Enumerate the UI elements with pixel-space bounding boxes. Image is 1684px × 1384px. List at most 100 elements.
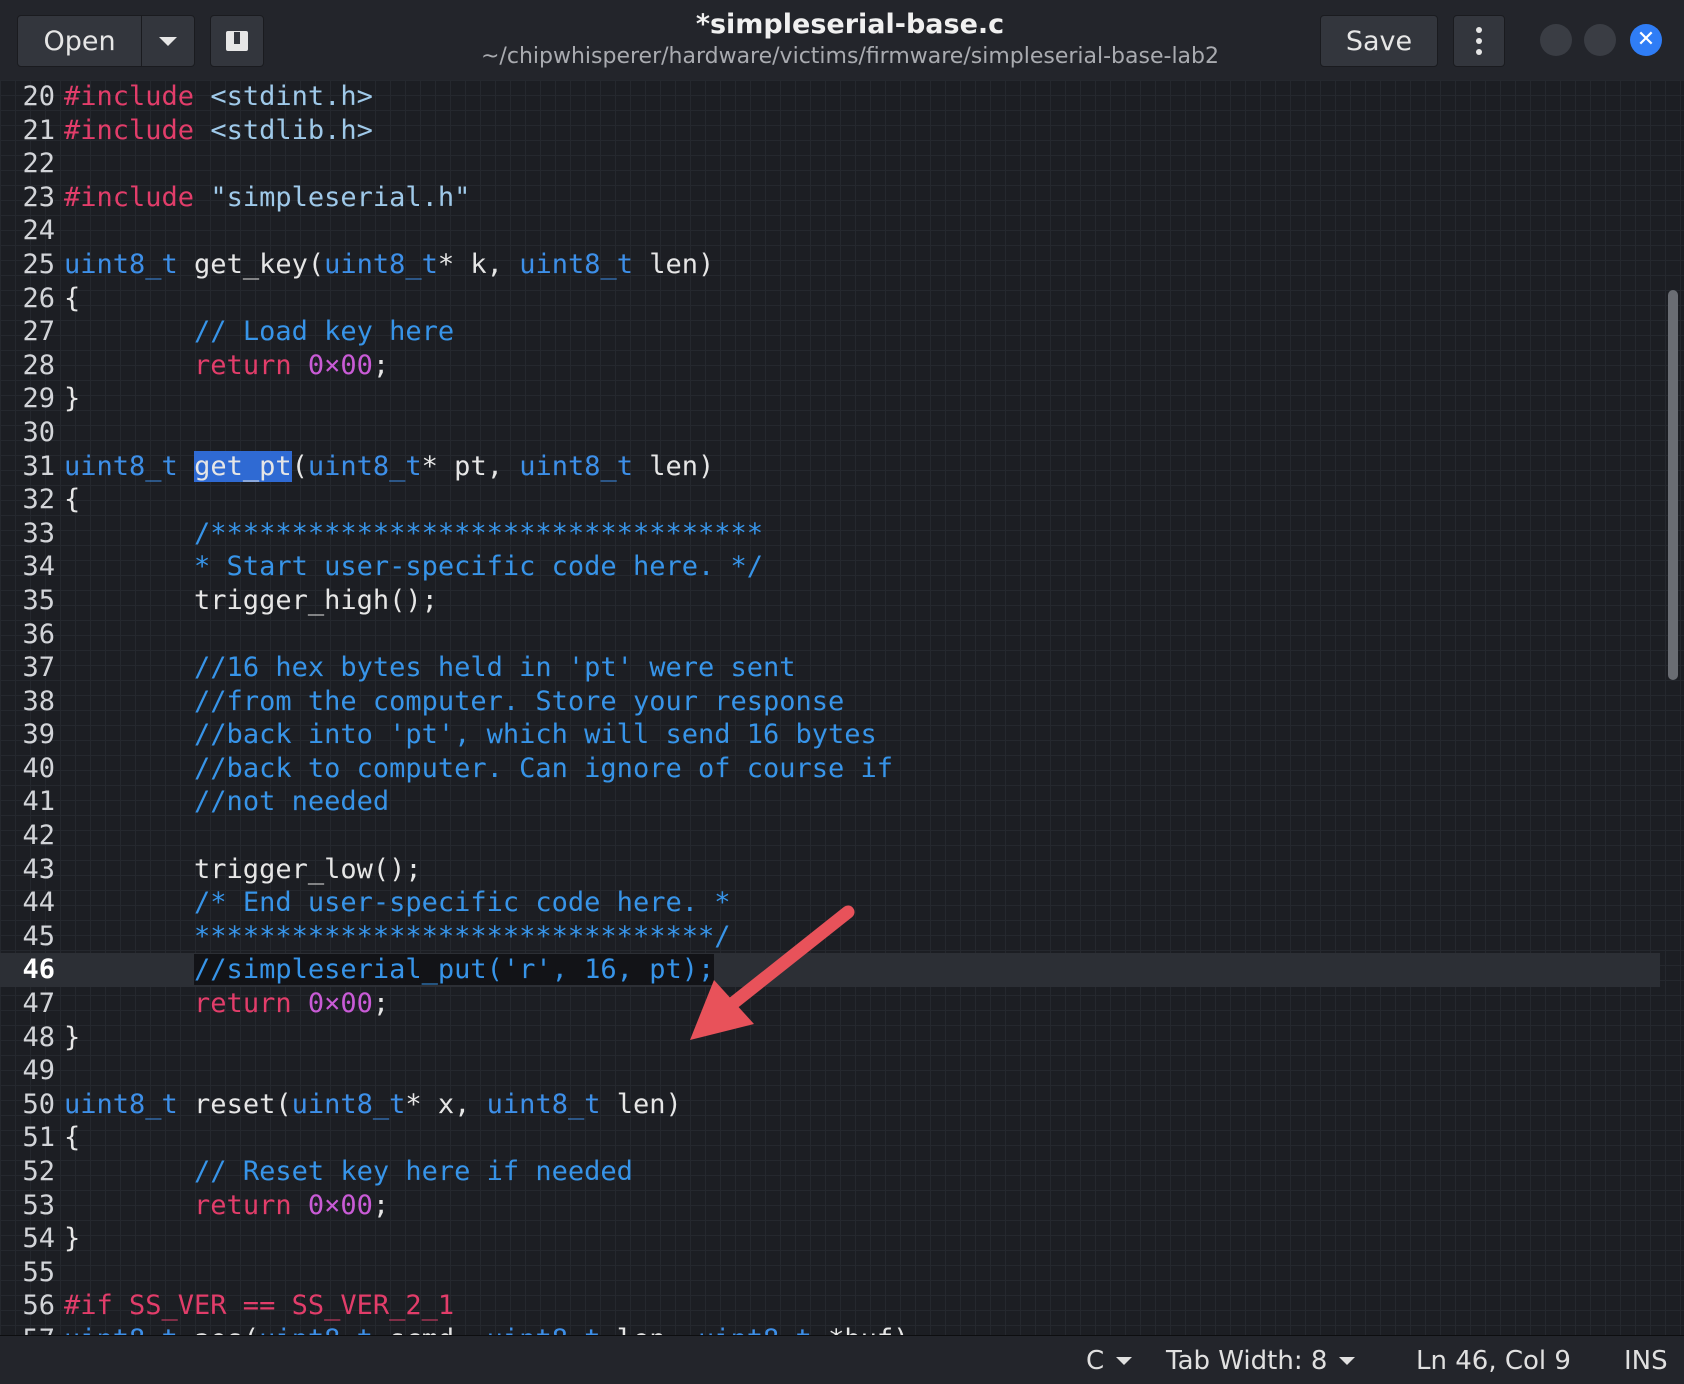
code-line[interactable]: 23 #include "simpleserial.h" <box>0 181 1660 215</box>
chevron-down-icon <box>1116 1356 1133 1365</box>
code-line[interactable]: 29} <box>0 382 1660 416</box>
code-token: scmd, <box>373 1324 487 1335</box>
code-line[interactable]: 33 /********************************** <box>0 517 1660 551</box>
language-label: C <box>1086 1345 1105 1376</box>
code-line[interactable]: 57uint8_t aes(uint8_t scmd, uint8_t len,… <box>0 1323 1660 1335</box>
line-number: 51 <box>22 1122 55 1154</box>
code-editor[interactable]: 20 #include <stdint.h> 21 #include <stdlib.… <box>0 80 1684 1335</box>
code-token: uint8_t <box>64 450 178 482</box>
code-line[interactable]: 55 <box>0 1256 1660 1290</box>
code-line[interactable]: 41 //not needed <box>0 785 1660 819</box>
code-token: len) <box>600 1088 682 1120</box>
code-line[interactable]: 35 trigger_high(); <box>0 584 1660 618</box>
code-line[interactable]: 43 trigger_low(); <box>0 853 1660 887</box>
line-number: 21 <box>22 114 55 146</box>
line-number: 26 <box>22 282 55 314</box>
maximize-button[interactable] <box>1584 24 1616 56</box>
cursor-position[interactable]: Ln 46, Col 9 <box>1416 1336 1571 1384</box>
code-token: ( <box>291 450 308 482</box>
open-menu-button[interactable] <box>141 15 195 67</box>
code-token: 0×00 <box>307 988 373 1020</box>
code-token: /********************************** <box>194 517 763 549</box>
scrollbar[interactable] <box>1668 290 1678 680</box>
tab-width-selector[interactable]: Tab Width: 8 <box>1166 1336 1356 1384</box>
code-token: * k, <box>437 248 520 280</box>
line-number: 49 <box>22 1055 55 1087</box>
code-line[interactable]: 31 uint8_t get_pt(uint8_t* pt, uint8_t le… <box>0 450 1660 484</box>
code-line[interactable]: 52 // Reset key here if needed <box>0 1155 1660 1189</box>
minimize-button[interactable] <box>1540 24 1572 56</box>
code-line[interactable]: 30 <box>0 416 1660 450</box>
code-line[interactable]: 42 <box>0 819 1660 853</box>
window-title: *simpleserial-base.c <box>695 9 1005 40</box>
new-document-button[interactable] <box>210 15 264 67</box>
code-line[interactable]: 38 //from the computer. Store your respo… <box>0 685 1660 719</box>
code-line[interactable]: 25 uint8_t get_key(uint8_t* k, uint8_t le… <box>0 248 1660 282</box>
line-code: * Start user-specific code here. */ <box>64 550 763 584</box>
line-code: //from the computer. Store your response <box>64 685 844 719</box>
line-number: 41 <box>22 786 55 818</box>
open-button[interactable]: Open <box>17 15 142 67</box>
code-line[interactable]: 27 // Load key here <box>0 315 1660 349</box>
line-code: #include <stdlib.h> <box>64 114 373 148</box>
code-line[interactable]: 26 { <box>0 282 1660 316</box>
main-menu-button[interactable] <box>1453 15 1505 67</box>
line-number: 52 <box>22 1156 55 1187</box>
line-number: 32 <box>22 484 55 516</box>
line-code: ********************************/ <box>64 920 730 954</box>
code-line[interactable]: 50 uint8_t reset(uint8_t* x, uint8_t len) <box>0 1088 1660 1122</box>
code-line[interactable]: 24 <box>0 214 1660 248</box>
code-token: ; <box>372 349 390 381</box>
code-line[interactable]: 40 //back to computer. Can ignore of cou… <box>0 752 1660 786</box>
close-button[interactable]: ✕ <box>1630 24 1662 56</box>
code-line[interactable]: 34 * Start user-specific code here. */ <box>0 550 1660 584</box>
code-line[interactable]: 32 { <box>0 483 1660 517</box>
code-line[interactable]: 49 <box>0 1054 1660 1088</box>
line-code: //16 hex bytes held in 'pt' were sent <box>64 651 795 685</box>
line-number: 48 <box>22 1021 55 1053</box>
code-token: return <box>194 349 292 381</box>
code-line[interactable]: 51 { <box>0 1121 1660 1155</box>
tab-width-label: Tab Width: 8 <box>1166 1345 1328 1376</box>
code-token: reset( <box>177 1088 292 1120</box>
code-line[interactable]: 56 #if SS_VER == SS_VER_2_1 <box>0 1289 1660 1323</box>
code-line[interactable]: 22 <box>0 147 1660 181</box>
code-line[interactable]: 36 <box>0 618 1660 652</box>
line-number: 28 <box>22 349 55 381</box>
code-token: /* End user-specific code here. * <box>194 887 731 919</box>
line-code: } <box>64 1222 80 1256</box>
line-code: return 0×00; <box>64 349 389 383</box>
code-token: len, <box>600 1324 698 1335</box>
code-line[interactable]: 53 return 0×00; <box>0 1189 1660 1223</box>
code-line[interactable]: 20 #include <stdint.h> <box>0 80 1660 114</box>
code-line[interactable]: 28 return 0×00; <box>0 349 1660 383</box>
line-code: // Reset key here if needed <box>64 1155 633 1189</box>
insert-mode: INS <box>1624 1336 1668 1384</box>
code-token: return <box>194 988 292 1020</box>
code-line[interactable]: 54} <box>0 1222 1660 1256</box>
code-token: len) <box>632 248 715 280</box>
code-token: trigger_low(); <box>64 853 422 885</box>
code-token: 0×00 <box>307 1189 373 1221</box>
line-code: //not needed <box>64 785 389 819</box>
line-code: { <box>64 483 80 517</box>
code-line[interactable]: 39 //back into 'pt', which will send 16 … <box>0 718 1660 752</box>
save-button[interactable]: Save <box>1320 15 1438 67</box>
code-lines: 20 #include <stdint.h> 21 #include <stdlib.… <box>0 80 1660 1335</box>
code-token: //simpleserial_put('r', 16, pt); <box>194 954 715 986</box>
line-code: return 0×00; <box>64 987 389 1021</box>
language-selector[interactable]: C <box>1086 1336 1133 1384</box>
line-code: } <box>64 1021 80 1055</box>
code-token: uint8_t <box>698 1324 812 1335</box>
code-line[interactable]: 21 #include <stdlib.h> <box>0 114 1660 148</box>
line-number: 38 <box>22 685 55 717</box>
line-number: 24 <box>22 215 55 247</box>
code-token: #include <box>64 81 195 112</box>
code-token: { <box>64 484 81 516</box>
line-number: 39 <box>22 719 55 751</box>
code-line[interactable]: 37 //16 hex bytes held in 'pt' were sent <box>0 651 1660 685</box>
